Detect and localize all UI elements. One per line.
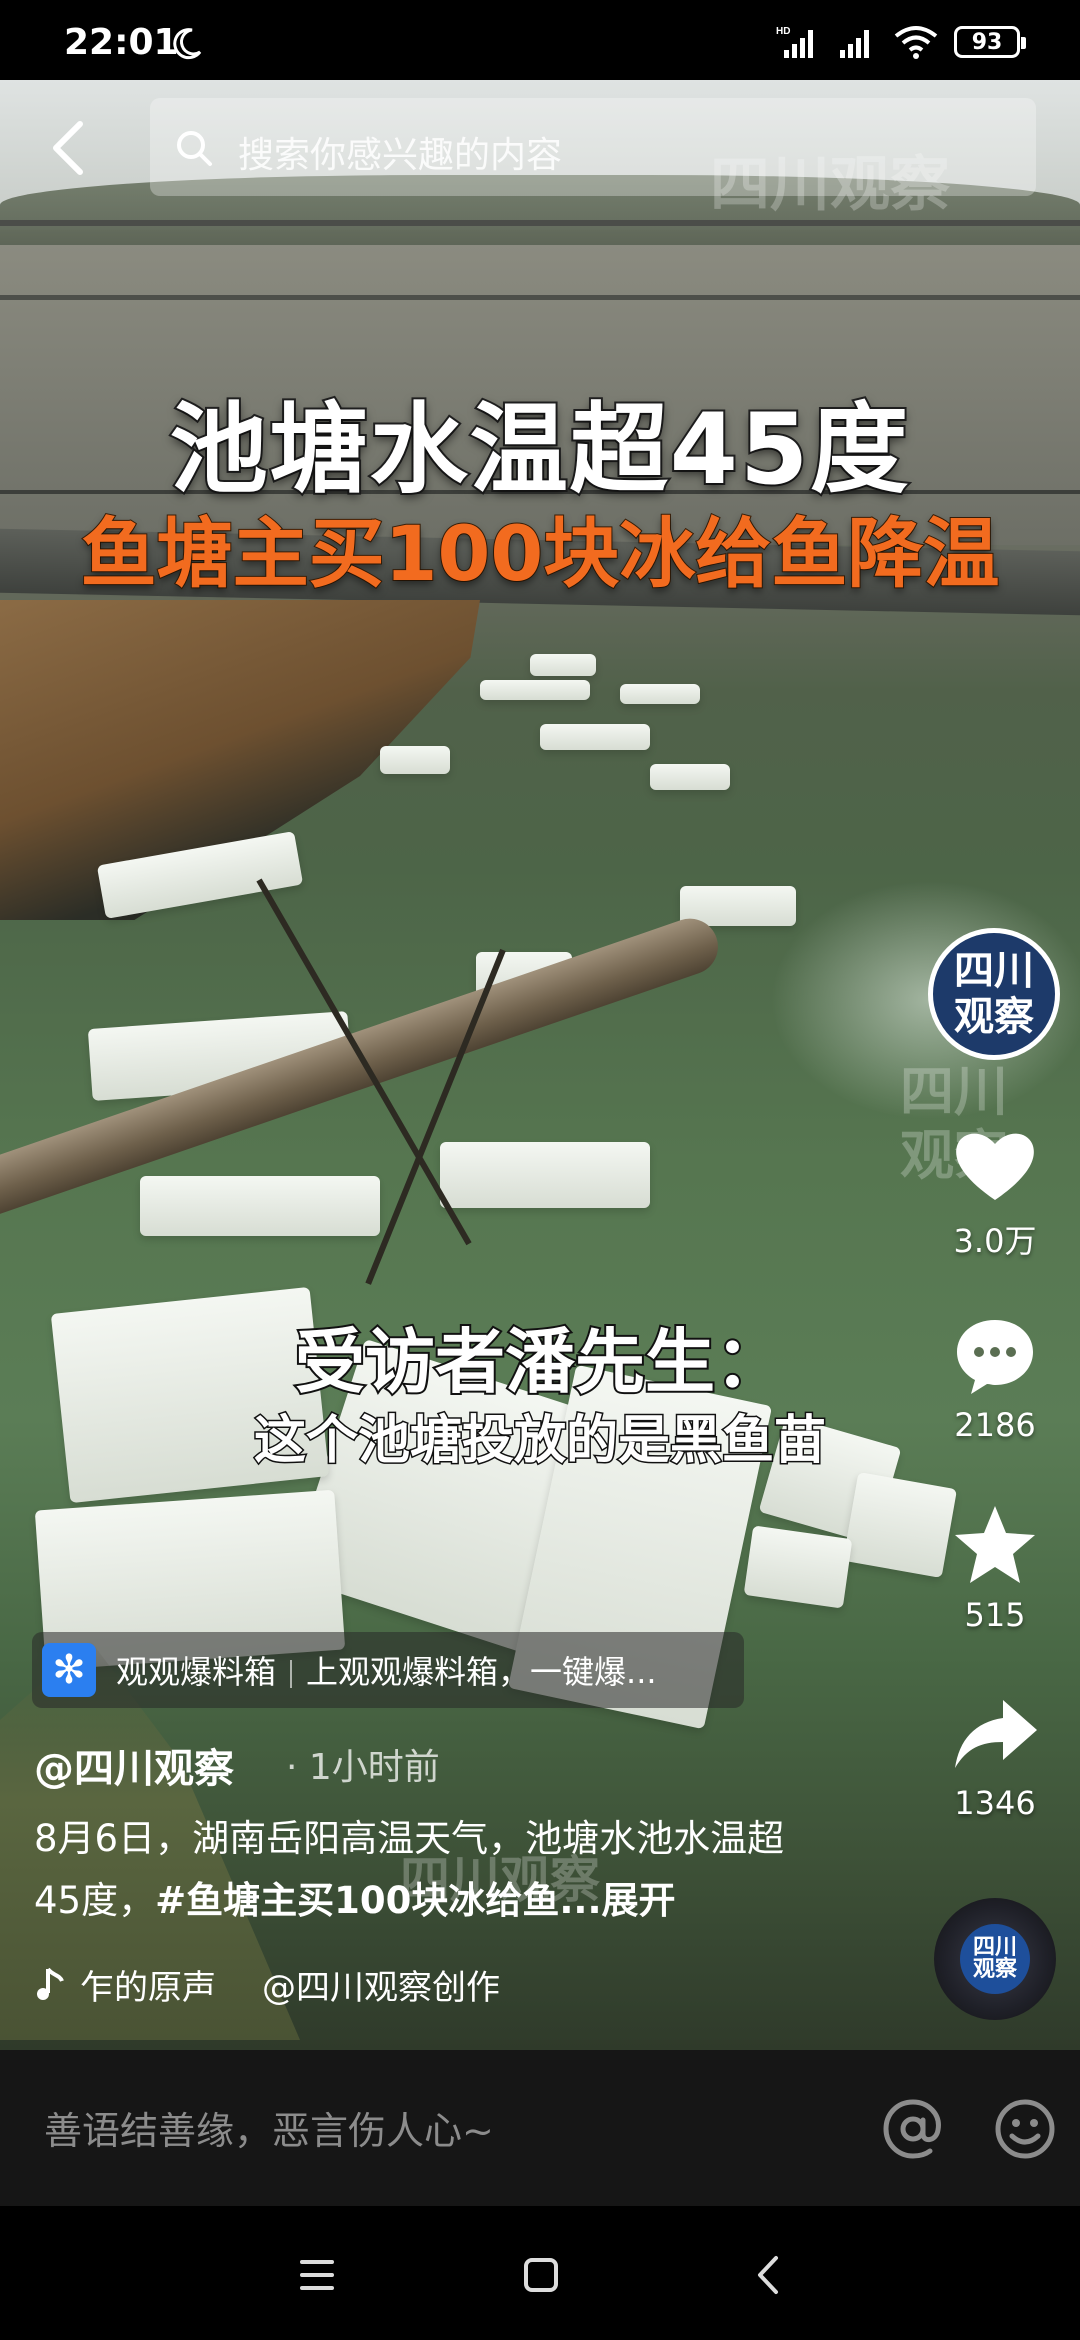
promo-title: 观观爆料箱 xyxy=(116,1653,277,1691)
video-subheadline: 鱼塘主买100块冰给鱼降温 xyxy=(80,508,1001,599)
avatar-text: 四川 xyxy=(954,948,1034,994)
video-rail xyxy=(0,295,1080,300)
signal-icon xyxy=(840,30,869,58)
ice-block xyxy=(440,1142,650,1208)
ice-block xyxy=(140,1176,380,1236)
like-button[interactable]: 3.0万 xyxy=(940,1120,1050,1262)
search-icon xyxy=(177,131,212,166)
comment-count: 2186 xyxy=(954,1406,1036,1444)
expand-button[interactable]: 展开 xyxy=(602,1879,676,1922)
signal-hd-icon: HD xyxy=(776,26,813,58)
status-bar: 22:01 HD 93 xyxy=(0,0,1080,80)
video-headline: 池塘水温超45度 xyxy=(168,391,911,509)
post-time: · 1小时前 xyxy=(286,1747,440,1788)
promo-divider xyxy=(290,1660,293,1688)
music-note-icon xyxy=(37,1967,64,2000)
moon-icon xyxy=(173,28,202,60)
wifi-icon xyxy=(894,26,938,59)
promo-chip[interactable]: ✻ 观观爆料箱 上观观爆料箱，一键爆... xyxy=(32,1632,744,1708)
hashtag-link[interactable]: #鱼塘主买100块冰给鱼... xyxy=(155,1879,601,1922)
share-button[interactable]: 1346 xyxy=(940,1688,1050,1822)
comment-icon xyxy=(957,1320,1033,1394)
post-description: 8月6日，湖南岳阳高温天气，池塘水池水温超45度，#鱼塘主买100块冰给鱼...… xyxy=(34,1808,824,1932)
menu-icon[interactable] xyxy=(292,2250,342,2300)
like-count: 3.0万 xyxy=(953,1222,1037,1260)
promo-body: 上观观爆料箱，一键爆... xyxy=(306,1653,657,1691)
disc-label: 四川观察 xyxy=(972,1935,1017,1982)
star-icon xyxy=(955,1506,1035,1583)
ice-block xyxy=(650,764,730,790)
author-avatar[interactable]: 四川 观察 xyxy=(928,928,1060,1060)
share-count: 1346 xyxy=(954,1784,1036,1822)
comment-button[interactable]: 2186 xyxy=(940,1310,1050,1444)
emoji-icon[interactable] xyxy=(992,2096,1058,2162)
ice-block xyxy=(620,684,700,704)
battery-indicator: 93 xyxy=(954,26,1026,58)
video-stick xyxy=(365,948,506,1285)
ice-block xyxy=(480,680,590,700)
back-arrow-icon[interactable] xyxy=(46,118,92,178)
sparkle-icon: ✻ xyxy=(42,1643,96,1697)
ice-block xyxy=(530,654,596,676)
music-disc[interactable]: 四川观察 xyxy=(934,1898,1056,2020)
ice-block xyxy=(743,1525,853,1609)
status-time: 22:01 xyxy=(64,22,179,63)
author-name[interactable]: @四川观察 xyxy=(34,1736,234,1794)
ice-block xyxy=(540,724,650,750)
video-caption-speaker: 受访者潘先生： xyxy=(293,1319,787,1405)
share-arrow-icon xyxy=(955,1700,1037,1768)
music-title: 乍的原声 xyxy=(80,1968,216,2008)
svg-text:HD: HD xyxy=(776,26,790,37)
promo-text: 观观爆料箱 上观观爆料箱，一键爆... xyxy=(116,1647,657,1693)
music-info[interactable]: 乍的原声 @四川观察创作 xyxy=(34,1960,500,2009)
comment-bar: 善语结善缘，恶言伤人心~ xyxy=(0,2050,1080,2206)
video-caption-line: 这个池塘投放的是黑鱼苗 xyxy=(252,1410,827,1473)
comment-input[interactable]: 善语结善缘，恶言伤人心~ xyxy=(44,2100,494,2155)
music-credit: @四川观察创作 xyxy=(262,1968,500,2008)
search-placeholder: 搜索你感兴趣的内容 xyxy=(238,135,563,176)
ice-block xyxy=(380,746,450,774)
favorite-button[interactable]: 515 xyxy=(940,1500,1050,1634)
music-disc-cover: 四川观察 xyxy=(960,1924,1030,1994)
heart-icon xyxy=(956,1133,1034,1200)
back-nav-icon[interactable] xyxy=(744,2250,794,2300)
search-bar[interactable]: 搜索你感兴趣的内容 xyxy=(150,98,1036,196)
system-nav-bar xyxy=(0,2206,1080,2340)
home-square-icon[interactable] xyxy=(516,2250,566,2300)
at-mention-icon[interactable] xyxy=(880,2096,946,2162)
favorite-count: 515 xyxy=(964,1596,1026,1634)
status-icons: HD 93 xyxy=(776,22,1026,62)
avatar-text: 观察 xyxy=(954,994,1034,1040)
